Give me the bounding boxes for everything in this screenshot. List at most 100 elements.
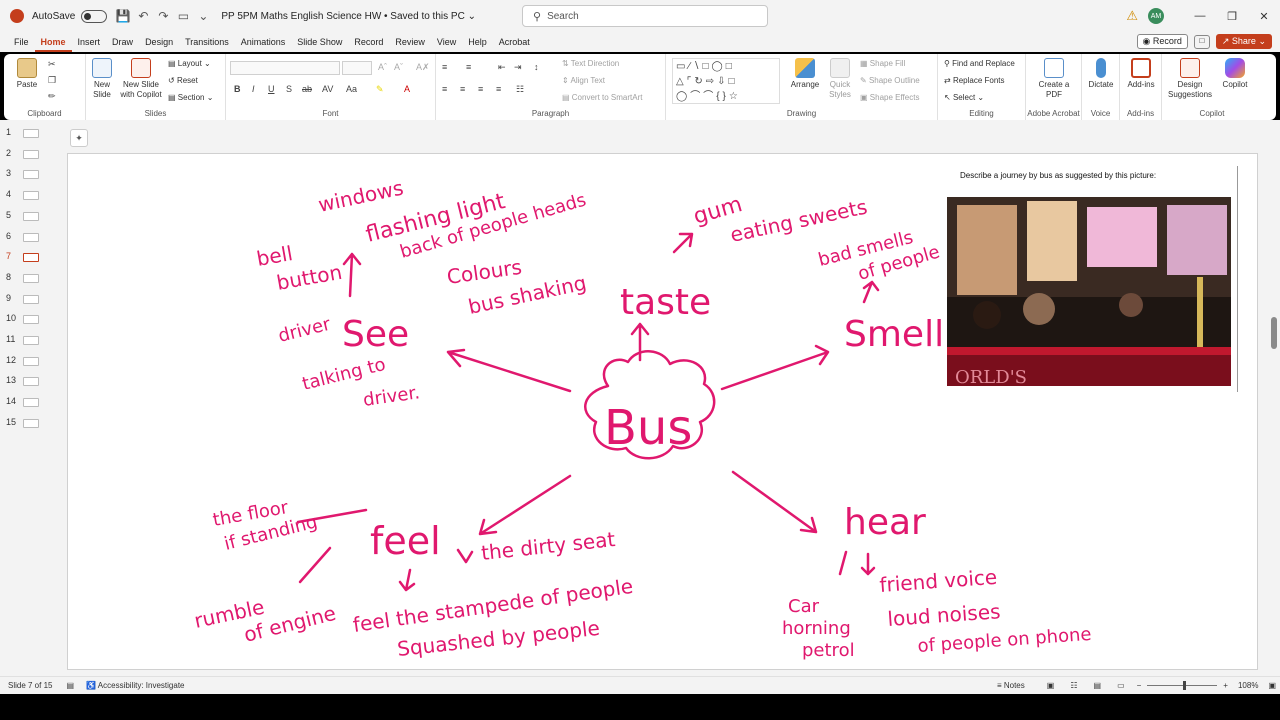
slide-thumbnail[interactable]: 9 bbox=[0, 292, 46, 308]
cut-icon[interactable]: ✂ bbox=[48, 59, 56, 70]
paste-button[interactable]: Paste bbox=[12, 58, 42, 90]
slide-thumbnail[interactable]: 10 bbox=[0, 312, 46, 328]
tab-draw[interactable]: Draw bbox=[106, 32, 139, 52]
decrease-font-icon[interactable]: Aˇ bbox=[394, 62, 403, 72]
bus-photo[interactable]: ORLD'S bbox=[947, 197, 1231, 386]
font-color-icon[interactable]: A bbox=[404, 84, 410, 94]
strikethrough-icon[interactable]: ab bbox=[302, 84, 312, 94]
zoom-slider[interactable] bbox=[1147, 681, 1218, 690]
document-title[interactable]: PP 5PM Maths English Science HW • Saved … bbox=[221, 11, 476, 22]
zoom-in-icon[interactable]: + bbox=[1223, 681, 1228, 690]
avatar[interactable]: AM bbox=[1148, 8, 1164, 24]
replace-fonts-button[interactable]: ⇄ Replace Fonts bbox=[944, 76, 1005, 85]
slide-thumbnail[interactable]: 2 bbox=[0, 147, 46, 163]
tab-view[interactable]: View bbox=[431, 32, 462, 52]
justify-icon[interactable]: ≡ bbox=[496, 84, 501, 94]
slide-thumbnail-preview[interactable] bbox=[23, 398, 39, 408]
addins-button[interactable]: Add-ins bbox=[1122, 58, 1160, 90]
zoom-slider-thumb[interactable] bbox=[1183, 681, 1187, 690]
slide-thumbnail[interactable]: 12 bbox=[0, 354, 46, 370]
accessibility-status[interactable]: ♿ Accessibility: Investigate bbox=[86, 681, 184, 690]
tab-animations[interactable]: Animations bbox=[235, 32, 292, 52]
text-direction-button[interactable]: ⇅ Text Direction bbox=[562, 59, 619, 68]
warning-icon[interactable]: ⚠ bbox=[1126, 8, 1138, 24]
tab-home[interactable]: Home bbox=[34, 32, 72, 52]
redo-icon[interactable]: ↷ bbox=[154, 7, 172, 25]
slide-thumbnail-preview[interactable] bbox=[23, 418, 39, 428]
slide-thumbnail-preview[interactable] bbox=[23, 149, 39, 159]
font-family-dropdown[interactable] bbox=[230, 61, 340, 75]
undo-icon[interactable]: ↶ bbox=[134, 7, 152, 25]
line-spacing-icon[interactable]: ↕ bbox=[534, 62, 539, 72]
slide-thumbnail-preview[interactable] bbox=[23, 191, 39, 201]
bullets-icon[interactable]: ≡ bbox=[442, 62, 447, 72]
slide-thumbnail-preview[interactable] bbox=[23, 315, 39, 325]
italic-icon[interactable]: I bbox=[252, 84, 255, 94]
shape-fill-button[interactable]: ▦ Shape Fill bbox=[860, 59, 905, 68]
align-left-icon[interactable]: ≡ bbox=[442, 84, 447, 94]
tab-file[interactable]: File bbox=[8, 32, 35, 52]
reading-view-icon[interactable]: ▤ bbox=[1094, 681, 1102, 690]
design-suggestions-button[interactable]: Design Suggestions bbox=[1166, 58, 1214, 100]
shapes-gallery[interactable]: ▭∕∖□◯□ △⌜↻⇨⇩□ ◯⌒⌒{}☆ bbox=[672, 58, 780, 104]
decrease-indent-icon[interactable]: ⇤ bbox=[498, 62, 506, 73]
normal-view-icon[interactable]: ▣ bbox=[1047, 681, 1055, 690]
arrange-button[interactable]: Arrange bbox=[788, 58, 822, 90]
notes-button[interactable]: ≡ Notes bbox=[997, 681, 1025, 690]
slide-thumbnail-preview[interactable] bbox=[23, 170, 39, 180]
copilot-button[interactable]: Copilot bbox=[1216, 58, 1254, 90]
underline-icon[interactable]: U bbox=[268, 84, 275, 94]
spacing-icon[interactable]: AV bbox=[322, 84, 333, 94]
tab-design[interactable]: Design bbox=[139, 32, 179, 52]
quick-styles-button[interactable]: Quick Styles bbox=[824, 58, 856, 100]
tab-record[interactable]: Record bbox=[348, 32, 389, 52]
slide-thumbnail[interactable]: 13 bbox=[0, 374, 46, 390]
scrollbar-thumb[interactable] bbox=[1271, 317, 1277, 349]
format-painter-icon[interactable]: ✏ bbox=[48, 91, 56, 102]
section-button[interactable]: ▤ Section ⌄ bbox=[168, 93, 213, 102]
slide-thumbnail-preview[interactable] bbox=[23, 129, 39, 138]
align-center-icon[interactable]: ≡ bbox=[460, 84, 465, 94]
bold-icon[interactable]: B bbox=[234, 84, 241, 94]
fit-to-window-icon[interactable]: ▣ bbox=[1268, 681, 1276, 690]
dictate-button[interactable]: Dictate bbox=[1084, 58, 1118, 90]
align-right-icon[interactable]: ≡ bbox=[478, 84, 483, 94]
close-icon[interactable]: ✕ bbox=[1248, 10, 1280, 23]
restore-icon[interactable]: ❐ bbox=[1216, 10, 1248, 23]
tab-acrobat[interactable]: Acrobat bbox=[493, 32, 536, 52]
align-text-button[interactable]: ⇕ Align Text bbox=[562, 76, 605, 85]
tab-help[interactable]: Help bbox=[462, 32, 493, 52]
slide-thumbnail[interactable]: 11 bbox=[0, 333, 46, 349]
shape-outline-button[interactable]: ✎ Shape Outline bbox=[860, 76, 920, 85]
designer-icon[interactable]: ✦ bbox=[70, 129, 88, 147]
autosave-toggle[interactable] bbox=[81, 9, 108, 23]
find-replace-button[interactable]: ⚲ Find and Replace bbox=[944, 59, 1015, 68]
slide-thumbnail[interactable]: 8 bbox=[0, 271, 46, 287]
record-button[interactable]: ◉ Record bbox=[1136, 34, 1188, 49]
slide-thumbnail-preview[interactable] bbox=[23, 232, 39, 242]
slide-thumbnail-preview[interactable] bbox=[23, 273, 39, 283]
customize-qat-icon[interactable]: ⌄ bbox=[194, 7, 212, 25]
slide-sorter-icon[interactable]: ☷ bbox=[1070, 681, 1077, 690]
save-icon[interactable]: 💾 bbox=[114, 7, 132, 25]
slide-thumbnail[interactable]: 3 bbox=[0, 167, 46, 183]
new-slide-button[interactable]: New Slide bbox=[88, 58, 116, 100]
slide-thumbnail[interactable]: 1 bbox=[0, 126, 46, 142]
tab-slide-show[interactable]: Slide Show bbox=[291, 32, 348, 52]
spelling-icon[interactable]: ▤ bbox=[66, 681, 74, 690]
slide-thumbnail-preview[interactable] bbox=[23, 356, 39, 366]
columns-icon[interactable]: ☷ bbox=[516, 84, 524, 95]
slide-thumbnail[interactable]: 6 bbox=[0, 230, 46, 246]
slide-canvas[interactable]: Bus See taste Smell feel hear windows fl… bbox=[67, 153, 1258, 670]
search-box[interactable]: ⚲ Search bbox=[522, 5, 768, 27]
slide-thumbnail[interactable]: 14 bbox=[0, 395, 46, 411]
font-size-dropdown[interactable] bbox=[342, 61, 372, 75]
slide-thumbnail[interactable]: 7 bbox=[0, 250, 46, 266]
reset-button[interactable]: ↺ Reset bbox=[168, 76, 198, 85]
zoom-level[interactable]: 108% bbox=[1238, 681, 1258, 690]
clear-format-icon[interactable]: A✗ bbox=[416, 62, 430, 73]
present-icon[interactable]: ▭ bbox=[174, 7, 192, 25]
change-case-icon[interactable]: Aa bbox=[346, 84, 357, 94]
tab-insert[interactable]: Insert bbox=[72, 32, 107, 52]
slideshow-icon[interactable]: ▭ bbox=[1117, 681, 1125, 690]
